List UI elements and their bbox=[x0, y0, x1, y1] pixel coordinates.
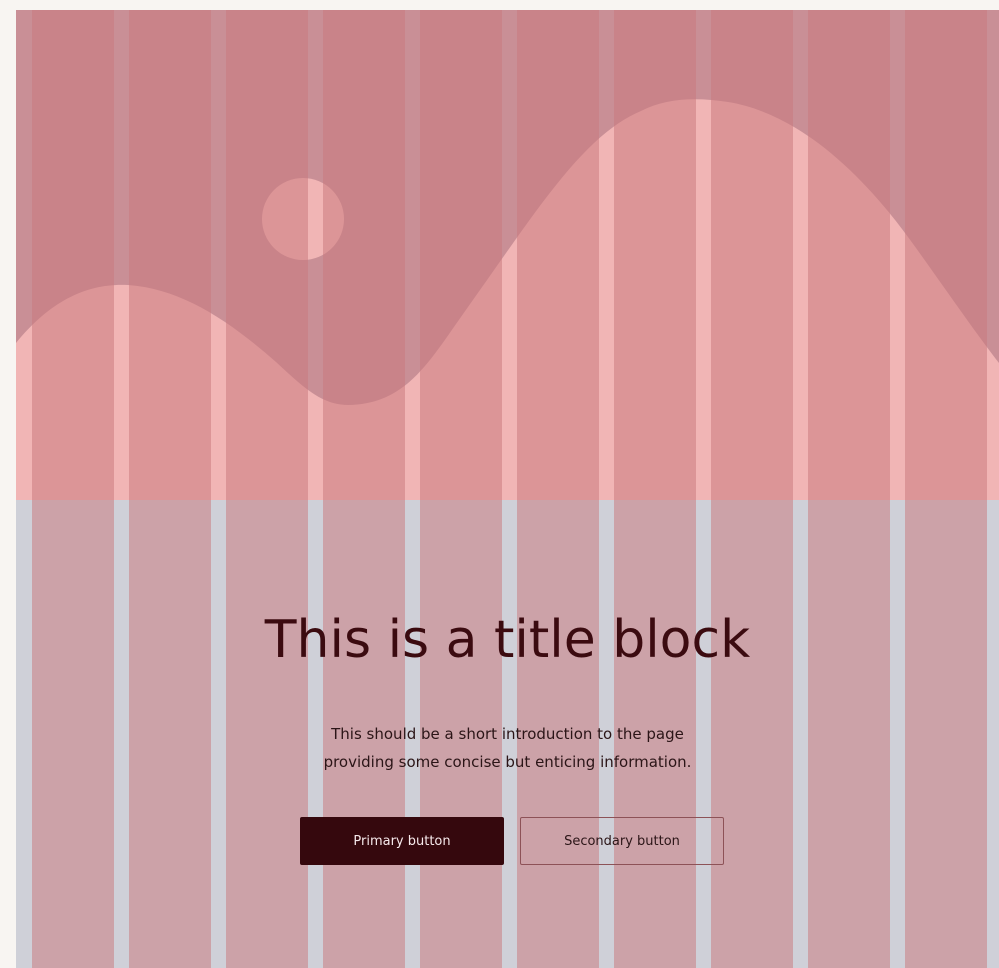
intro-text: This should be a short introduction to t… bbox=[273, 720, 743, 776]
intro-line-1: This should be a short introduction to t… bbox=[331, 725, 684, 743]
hero-text-block: This is a title block This should be a s… bbox=[16, 608, 999, 776]
page-title: This is a title block bbox=[264, 610, 751, 670]
hero-section: This is a title block This should be a s… bbox=[16, 10, 999, 968]
button-group: Primary button Secondary button bbox=[16, 817, 999, 869]
landscape-illustration bbox=[16, 10, 999, 500]
intro-line-2: providing some concise but enticing info… bbox=[323, 753, 692, 771]
hero-image bbox=[16, 10, 999, 500]
primary-button[interactable]: Primary button bbox=[300, 817, 504, 865]
sun-icon bbox=[262, 178, 344, 260]
secondary-button[interactable]: Secondary button bbox=[520, 817, 724, 865]
